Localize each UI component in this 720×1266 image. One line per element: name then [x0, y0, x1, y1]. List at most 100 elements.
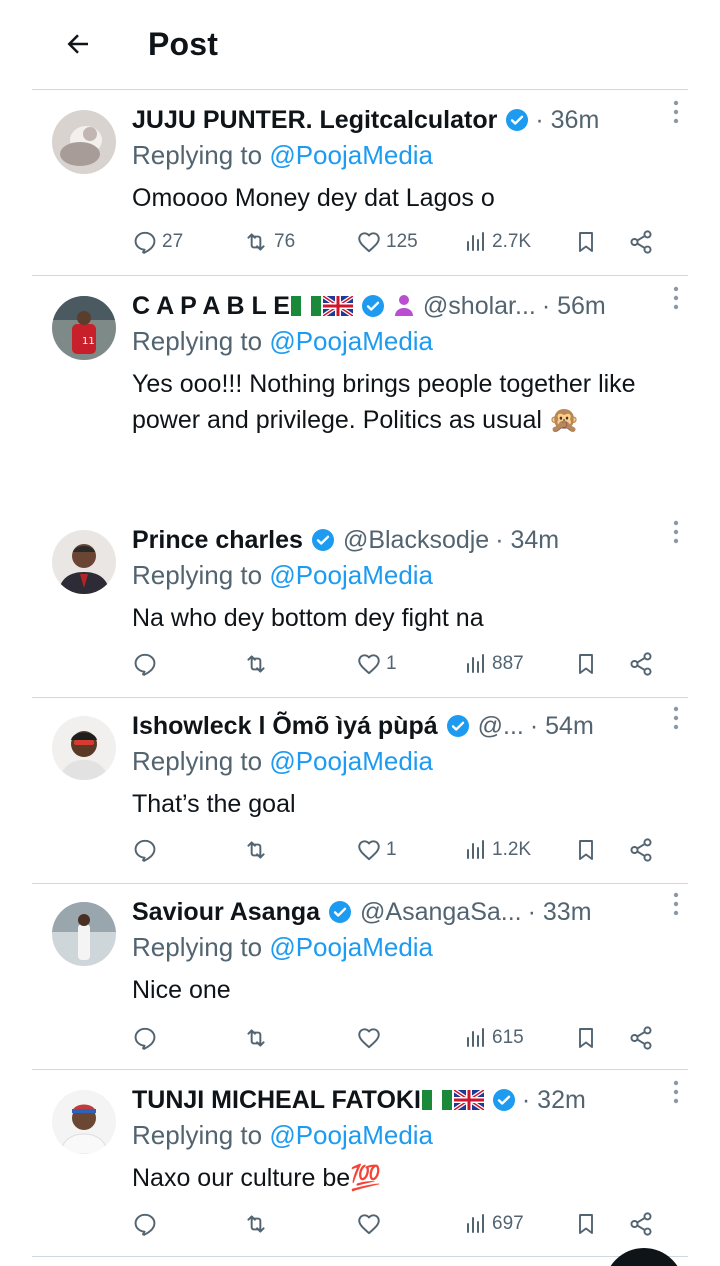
display-name[interactable]: TUNJI MICHEAL FATOKI [132, 1086, 421, 1115]
timestamp[interactable]: · 36m [535, 106, 599, 135]
more-button[interactable] [664, 518, 688, 546]
avatar[interactable]: 11 [52, 296, 116, 360]
timestamp[interactable]: · 33m [528, 898, 592, 927]
replying-prefix: Replying to [132, 746, 270, 776]
handle[interactable]: @Blacksodje [343, 526, 489, 555]
bookmark-icon [579, 232, 593, 252]
reply-button[interactable] [132, 830, 162, 870]
like-button[interactable]: 1 [356, 830, 397, 870]
display-name[interactable]: Ishowleck l Õmõ ìyá pùpá [132, 712, 438, 741]
timestamp[interactable]: · 54m [530, 712, 594, 741]
reply-tweet[interactable]: JUJU PUNTER. Legitcalculator · 36m Reply… [32, 92, 688, 276]
repost-button[interactable] [242, 644, 274, 684]
timestamp[interactable]: · 32m [522, 1086, 586, 1115]
views-button[interactable]: 697 [464, 1204, 524, 1244]
reply-icon [134, 1027, 156, 1050]
nigeria-flag-icon [421, 1090, 452, 1110]
display-name[interactable]: JUJU PUNTER. Legitcalculator [132, 106, 497, 135]
more-button[interactable] [664, 1078, 688, 1106]
repost-button[interactable] [242, 830, 274, 870]
avatar[interactable] [52, 530, 116, 594]
repost-button[interactable] [242, 1204, 274, 1244]
mention-link[interactable]: @PoojaMedia [269, 1120, 433, 1150]
like-count: 125 [386, 231, 418, 252]
views-icon [467, 1028, 484, 1047]
display-name[interactable]: Saviour Asanga [132, 898, 320, 927]
more-button[interactable] [664, 98, 688, 126]
reply-tweet[interactable]: 11 C A P A B L E @sholar... · 56m Replyi… [32, 278, 688, 500]
like-button[interactable]: 125 [356, 222, 418, 262]
verified-badge-icon [361, 294, 385, 318]
avatar[interactable] [52, 110, 116, 174]
post-screen: Post JUJU PUNTER. Legitcalculator · 36m … [0, 0, 720, 1266]
mention-link[interactable]: @PoojaMedia [269, 326, 433, 356]
views-icon [467, 232, 484, 251]
reply-tweet[interactable]: TUNJI MICHEAL FATOKI · 32m Replying to @… [32, 1072, 688, 1258]
repost-button[interactable] [242, 1018, 274, 1058]
tweet-header: C A P A B L E @sholar... · 56m [132, 288, 668, 324]
views-count: 887 [492, 653, 524, 674]
handle[interactable]: @sholar... [423, 292, 536, 321]
views-button[interactable]: 887 [464, 644, 524, 684]
handle[interactable]: @AsangaSa... [360, 898, 522, 927]
more-button[interactable] [664, 890, 688, 918]
bookmark-button[interactable] [574, 222, 598, 262]
reply-tweet[interactable]: Saviour Asanga @AsangaSa... · 33m Replyi… [32, 884, 688, 1070]
replying-prefix: Replying to [132, 932, 270, 962]
like-button[interactable]: 1 [356, 644, 397, 684]
reply-button[interactable] [132, 644, 162, 684]
share-button[interactable] [628, 222, 654, 262]
more-button[interactable] [664, 284, 688, 312]
tweet-header: JUJU PUNTER. Legitcalculator · 36m [132, 102, 668, 138]
more-button[interactable] [664, 704, 688, 732]
replying-prefix: Replying to [132, 326, 270, 356]
views-icon [467, 654, 484, 673]
like-button[interactable] [356, 1018, 386, 1058]
mention-link[interactable]: @PoojaMedia [269, 560, 433, 590]
reply-tweet[interactable]: Prince charles @Blacksodje · 34m Replyin… [32, 512, 688, 698]
avatar[interactable] [52, 716, 116, 780]
more-icon [673, 520, 679, 544]
tweet-divider [32, 1069, 688, 1070]
nigeria-flag-icon [290, 296, 321, 316]
reply-button[interactable]: 27 [132, 222, 183, 262]
like-count: 1 [386, 653, 397, 674]
bookmark-button[interactable] [574, 1204, 598, 1244]
views-button[interactable]: 615 [464, 1018, 524, 1058]
share-button[interactable] [628, 830, 654, 870]
action-bar: 1 1.2K [132, 830, 662, 870]
mention-link[interactable]: @PoojaMedia [269, 932, 433, 962]
reply-icon [134, 1213, 156, 1236]
share-button[interactable] [628, 644, 654, 684]
verified-badge-icon [505, 108, 529, 132]
repost-button[interactable]: 76 [242, 222, 295, 262]
share-button[interactable] [628, 1204, 654, 1244]
repost-icon [247, 655, 265, 673]
timestamp[interactable]: · 34m [495, 526, 559, 555]
reply-button[interactable] [132, 1018, 162, 1058]
views-button[interactable]: 1.2K [464, 830, 531, 870]
views-count: 1.2K [492, 839, 532, 860]
reply-tweet[interactable]: Ishowleck l Õmõ ìyá pùpá @... · 54m Repl… [32, 698, 688, 884]
avatar[interactable] [52, 902, 116, 966]
bookmark-button[interactable] [574, 1018, 598, 1058]
bookmark-button[interactable] [574, 644, 598, 684]
tweet-text: Naxo our culture be💯 [132, 1164, 382, 1192]
like-button[interactable] [356, 1204, 386, 1244]
share-button[interactable] [628, 1018, 654, 1058]
reply-button[interactable] [132, 1204, 162, 1244]
display-name[interactable]: C A P A B L E [132, 292, 290, 321]
mention-link[interactable]: @PoojaMedia [269, 140, 433, 170]
back-button[interactable] [58, 24, 98, 64]
handle[interactable]: @... [478, 712, 524, 741]
verified-badge-icon [311, 528, 335, 552]
replying-to: Replying to @PoojaMedia [132, 746, 433, 777]
mention-link[interactable]: @PoojaMedia [269, 746, 433, 776]
timestamp[interactable]: · 56m [542, 292, 606, 321]
views-button[interactable]: 2.7K [464, 222, 531, 262]
display-name[interactable]: Prince charles [132, 526, 303, 555]
bookmark-button[interactable] [574, 830, 598, 870]
bookmark-icon [579, 1028, 593, 1048]
avatar[interactable] [52, 1090, 116, 1154]
tweet-header: TUNJI MICHEAL FATOKI · 32m [132, 1082, 668, 1118]
